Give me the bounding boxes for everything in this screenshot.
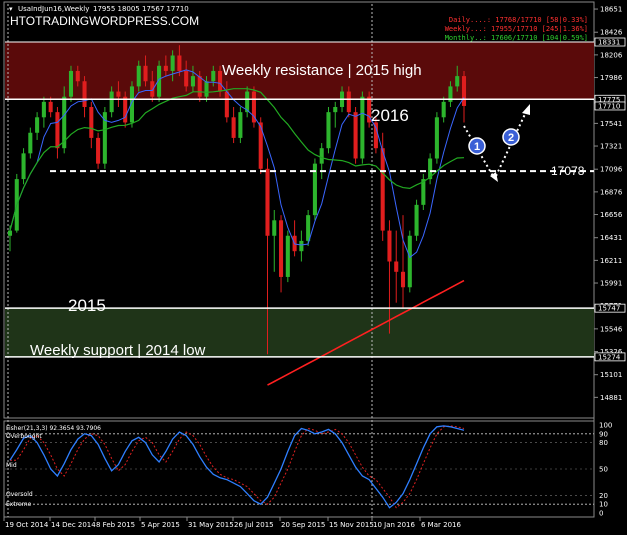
price-tick-label: 16211 [600, 257, 622, 265]
price-tag-label: 15274 [598, 353, 621, 361]
candle [21, 148, 26, 185]
time-tick-label: 6 Mar 2016 [421, 521, 461, 529]
time-tick-label: 19 Oct 2014 [5, 521, 49, 529]
price-tick-label: 17321 [600, 143, 622, 151]
window-title-arrow[interactable]: ▾ [9, 5, 13, 13]
price-tick-label: 16656 [600, 211, 623, 219]
time-tick-label: 14 Dec 2014 [51, 521, 96, 529]
price-tick-label: 18651 [600, 6, 622, 14]
oscillator-tick-label: 90 [599, 430, 608, 438]
candle [285, 230, 290, 283]
time-tick-label: 15 Nov 2015 [329, 521, 374, 529]
oscillator-title: Fisher(21,3,3) 92.3654 93.7906 [6, 425, 101, 432]
candle [326, 107, 331, 154]
oscillator-tick-label: 50 [599, 466, 608, 474]
price-tick-label: 15991 [600, 280, 622, 288]
time-tick-label: 10 Jan 2016 [373, 521, 416, 529]
marker-2: 2 [502, 128, 520, 146]
oscillator-tick-label: 10 [599, 501, 608, 509]
watermark: HTOTRADINGWORDPRESS.COM [10, 14, 199, 28]
oscillator-tick-label: 20 [599, 492, 608, 500]
ohlc-readout: 17955 18005 17567 17710 [93, 5, 189, 13]
extreme-label: Extreme [6, 501, 32, 508]
price-tick-label: 15101 [600, 371, 622, 379]
time-tick-label: 26 Jul 2015 [234, 521, 274, 529]
candle [68, 65, 74, 102]
info-weekly: Weekly...: 17955/17710 [245|1.36%] [445, 25, 588, 33]
price-tick-label: 17541 [600, 120, 622, 128]
price-tick-label: 18426 [600, 29, 623, 37]
oversold-label: Oversold [6, 491, 33, 498]
price-tick-label: 17986 [600, 74, 623, 82]
candle [123, 91, 128, 128]
candle [102, 107, 107, 169]
marker-1-label: 1 [474, 141, 480, 153]
price-chart: 1 2 ▾ UsaIndJun16,Weekly 17955 18005 175… [3, 1, 626, 529]
time-axis: 19 Oct 2014 14 Dec 2014 8 Feb 2015 5 Apr 20… [3, 517, 461, 529]
marker-2-label: 2 [508, 132, 514, 144]
candle [414, 199, 419, 241]
time-tick-label: 31 May 2015 [188, 521, 234, 529]
oscillator-tick-label: 80 [599, 439, 608, 447]
window-title: UsaIndJun16,Weekly [18, 5, 89, 13]
candle [380, 132, 385, 241]
candle [421, 173, 426, 210]
candle [360, 91, 365, 164]
level-label: 17078 [551, 164, 585, 178]
price-tick-label: 17096 [600, 166, 623, 174]
candle [407, 230, 412, 293]
price-tick-label: 18206 [600, 51, 623, 59]
candle [434, 112, 439, 164]
candle [251, 86, 256, 128]
candle [312, 158, 317, 221]
candle [238, 107, 243, 144]
price-tag-label: 18331 [598, 39, 620, 47]
resistance-label: Weekly resistance | 2015 high [222, 62, 422, 79]
info-monthly: Monthly..: 17606/17710 [104|0.59%] [445, 34, 588, 42]
year-2016-label: 2016 [371, 106, 409, 125]
candle [96, 132, 101, 169]
info-daily: Daily....: 17768/17710 [58|0.33%] [449, 16, 588, 24]
price-tick-label: 16876 [600, 188, 623, 196]
oscillator-tick-label: 100 [599, 422, 612, 430]
mid-label: Mid [6, 462, 17, 469]
price-tick-label: 14881 [600, 394, 622, 402]
year-2015-label: 2015 [68, 296, 106, 315]
marker-1: 1 [468, 137, 486, 155]
price-tag-label: 17710 [598, 102, 620, 110]
time-tick-label: 5 Apr 2015 [141, 521, 180, 529]
time-tick-label: 8 Feb 2015 [96, 521, 135, 529]
price-tick-label: 15546 [600, 325, 623, 333]
price-tick-label: 16431 [600, 234, 622, 242]
support-label: Weekly support | 2014 low [30, 342, 206, 359]
price-tag-label: 15747 [598, 305, 620, 313]
time-tick-label: 20 Sep 2015 [281, 521, 325, 529]
oscillator-tick-label: 0 [599, 510, 603, 518]
price-axis: 1865118426182061798617761175411732117096… [594, 6, 626, 402]
overbought-label: Overbought [6, 433, 42, 440]
